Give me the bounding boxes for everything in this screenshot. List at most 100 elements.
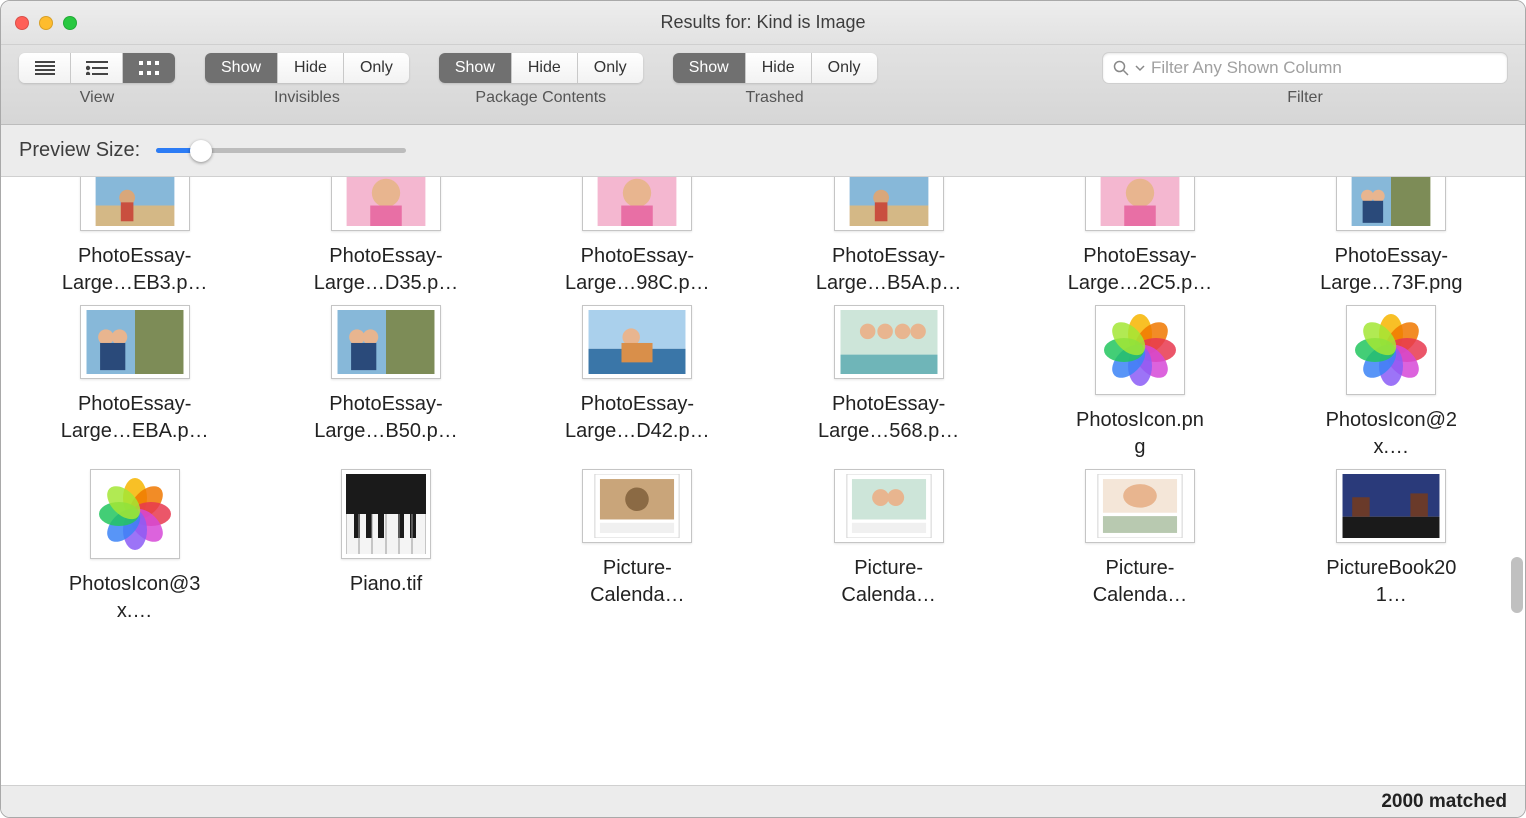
file-thumbnail: [1336, 469, 1446, 543]
file-label: PhotoEssay-Large…EBA.p…: [61, 391, 209, 445]
file-thumbnail: [834, 177, 944, 231]
file-thumbnail: [331, 177, 441, 231]
content-area: PhotoEssay-Large…EB3.p… PhotoEssay-Large……: [1, 177, 1525, 785]
file-thumbnail: [80, 177, 190, 231]
zoom-button[interactable]: [63, 16, 77, 30]
file-item[interactable]: PhotoEssay-Large…EB3.p…: [9, 177, 260, 297]
file-thumbnail: [1085, 177, 1195, 231]
file-label: PhotoEssay-Large…B5A.p…: [816, 243, 962, 297]
file-item[interactable]: PhotosIcon.png: [1014, 301, 1265, 461]
file-label: Picture-Calenda…: [1093, 555, 1188, 609]
file-label: PhotosIcon@3x.…: [69, 571, 201, 625]
slider-thumb[interactable]: [190, 140, 212, 162]
file-label: Piano.tif: [350, 571, 422, 598]
trashed-only-button[interactable]: Only: [812, 53, 877, 83]
chevron-down-icon: [1135, 63, 1145, 73]
search-icon: [1113, 60, 1129, 76]
file-item[interactable]: PhotosIcon@2x.…: [1266, 301, 1517, 461]
filter-group: Filter: [1103, 53, 1507, 107]
close-button[interactable]: [15, 16, 29, 30]
file-thumbnail: [1346, 305, 1436, 395]
match-count: 2000 matched: [1381, 791, 1507, 813]
file-label: PhotoEssay-Large…98C.p…: [565, 243, 710, 297]
file-thumbnail: [331, 305, 441, 379]
file-label: PhotoEssay-Large…2C5.p…: [1068, 243, 1213, 297]
trashed-segmented: Show Hide Only: [673, 53, 877, 83]
file-label: Picture-Calenda…: [841, 555, 936, 609]
file-item[interactable]: Piano.tif: [260, 465, 511, 625]
file-item[interactable]: PhotoEssay-Large…D35.p…: [260, 177, 511, 297]
file-item[interactable]: PhotoEssay-Large…73F.png: [1266, 177, 1517, 297]
file-thumbnail: [1095, 305, 1185, 395]
preview-size-bar: Preview Size:: [1, 125, 1525, 177]
file-label: PhotosIcon@2x.…: [1326, 407, 1458, 461]
file-thumbnail: [582, 305, 692, 379]
file-thumbnail: [582, 177, 692, 231]
file-item[interactable]: Picture-Calenda…: [1014, 465, 1265, 625]
grid-icon: [139, 61, 159, 75]
file-label: PhotoEssay-Large…B50.p…: [314, 391, 457, 445]
minimize-button[interactable]: [39, 16, 53, 30]
view-list-button[interactable]: [19, 53, 71, 83]
list-icon: [35, 61, 55, 75]
file-item[interactable]: PhotoEssay-Large…B50.p…: [260, 301, 511, 461]
preview-size-slider[interactable]: [156, 141, 406, 161]
filter-field-wrap[interactable]: [1103, 53, 1507, 83]
invisibles-hide-button[interactable]: Hide: [278, 53, 344, 83]
file-thumbnail: [90, 469, 180, 559]
vertical-scrollbar[interactable]: [1509, 177, 1525, 785]
package-segmented: Show Hide Only: [439, 53, 643, 83]
file-label: PhotoEssay-Large…D42.p…: [565, 391, 710, 445]
file-label: Picture-Calenda…: [590, 555, 685, 609]
file-label: PhotoEssay-Large…D35.p…: [314, 243, 459, 297]
file-item[interactable]: PhotosIcon@3x.…: [9, 465, 260, 625]
invisibles-segmented: Show Hide Only: [205, 53, 409, 83]
file-item[interactable]: PhotoEssay-Large…EBA.p…: [9, 301, 260, 461]
file-label: PhotoEssay-Large…568.p…: [818, 391, 959, 445]
file-label: PhotoEssay-Large…EB3.p…: [62, 243, 208, 297]
package-group: Show Hide Only Package Contents: [439, 53, 643, 107]
file-item[interactable]: Picture-Calenda…: [763, 465, 1014, 625]
file-thumbnail: [582, 469, 692, 543]
file-label: PictureBook201…: [1326, 555, 1456, 609]
file-item[interactable]: PhotoEssay-Large…2C5.p…: [1014, 177, 1265, 297]
status-bar: 2000 matched: [1, 785, 1525, 817]
package-label: Package Contents: [475, 89, 606, 107]
view-icons-button[interactable]: [123, 53, 175, 83]
package-hide-button[interactable]: Hide: [512, 53, 578, 83]
trashed-hide-button[interactable]: Hide: [746, 53, 812, 83]
toolbar: View Show Hide Only Invisibles Show Hide…: [1, 45, 1525, 125]
file-item[interactable]: Picture-Calenda…: [512, 465, 763, 625]
titlebar: Results for: Kind is Image: [1, 1, 1525, 45]
file-thumbnail: [834, 469, 944, 543]
trashed-show-button[interactable]: Show: [673, 53, 746, 83]
invisibles-only-button[interactable]: Only: [344, 53, 409, 83]
file-thumbnail: [1085, 469, 1195, 543]
traffic-lights: [15, 16, 77, 30]
view-group: View: [19, 53, 175, 107]
package-only-button[interactable]: Only: [578, 53, 643, 83]
outline-icon: [86, 61, 108, 75]
file-thumbnail: [80, 305, 190, 379]
view-outline-button[interactable]: [71, 53, 123, 83]
file-item[interactable]: PictureBook201…: [1266, 465, 1517, 625]
filter-input[interactable]: [1151, 58, 1497, 78]
view-label: View: [80, 89, 114, 107]
scroll-thumb[interactable]: [1511, 557, 1523, 613]
package-show-button[interactable]: Show: [439, 53, 512, 83]
app-window: Results for: Kind is Image View Show Hid…: [0, 0, 1526, 818]
file-thumbnail: [834, 305, 944, 379]
invisibles-show-button[interactable]: Show: [205, 53, 278, 83]
invisibles-label: Invisibles: [274, 89, 340, 107]
icon-grid: PhotoEssay-Large…EB3.p… PhotoEssay-Large……: [1, 177, 1525, 625]
file-item[interactable]: PhotoEssay-Large…98C.p…: [512, 177, 763, 297]
file-thumbnail: [341, 469, 431, 559]
window-title: Results for: Kind is Image: [1, 12, 1525, 33]
trashed-label: Trashed: [746, 89, 804, 107]
file-item[interactable]: PhotoEssay-Large…D42.p…: [512, 301, 763, 461]
invisibles-group: Show Hide Only Invisibles: [205, 53, 409, 107]
file-item[interactable]: PhotoEssay-Large…B5A.p…: [763, 177, 1014, 297]
preview-size-label: Preview Size:: [19, 139, 140, 162]
file-item[interactable]: PhotoEssay-Large…568.p…: [763, 301, 1014, 461]
trashed-group: Show Hide Only Trashed: [673, 53, 877, 107]
